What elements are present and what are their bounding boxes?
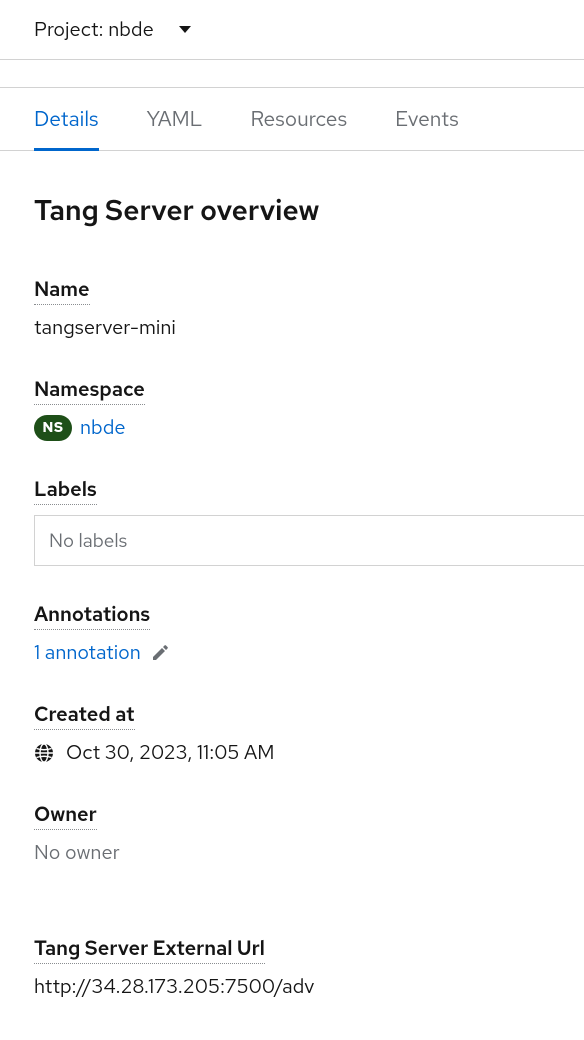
- spacer: [0, 60, 584, 88]
- label-created-at[interactable]: Created at: [34, 702, 135, 730]
- value-external-url: http://34.28.173.205:7500/adv: [34, 974, 550, 1000]
- namespace-badge: NS: [34, 415, 72, 441]
- caret-down-icon: [178, 25, 192, 35]
- value-created-at: Oct 30, 2023, 11:05 AM: [66, 740, 274, 766]
- label-name[interactable]: Name: [34, 277, 90, 305]
- field-annotations: Annotations 1 annotation: [34, 602, 550, 666]
- tab-bar: Details YAML Resources Events: [0, 88, 584, 151]
- value-owner: No owner: [34, 840, 550, 866]
- details-panel: Tang Server overview Name tangserver-min…: [0, 151, 584, 1000]
- label-owner[interactable]: Owner: [34, 802, 97, 830]
- label-namespace[interactable]: Namespace: [34, 377, 145, 405]
- globe-icon: [34, 743, 54, 763]
- tab-yaml[interactable]: YAML: [147, 88, 203, 150]
- tab-resources[interactable]: Resources: [250, 88, 347, 150]
- field-name: Name tangserver-mini: [34, 277, 550, 341]
- project-bar: Project: nbde: [0, 0, 584, 60]
- label-annotations[interactable]: Annotations: [34, 602, 150, 630]
- labels-box[interactable]: No labels: [34, 515, 584, 566]
- pencil-icon[interactable]: [151, 644, 169, 662]
- tab-details[interactable]: Details: [34, 88, 99, 150]
- namespace-link[interactable]: nbde: [80, 415, 125, 441]
- annotations-link[interactable]: 1 annotation: [34, 640, 141, 666]
- label-external-url[interactable]: Tang Server External Url: [34, 936, 265, 964]
- field-created-at: Created at Oct 30, 2023, 11:05 AM: [34, 702, 550, 766]
- page-title: Tang Server overview: [34, 191, 550, 229]
- value-name: tangserver-mini: [34, 315, 550, 341]
- tab-events[interactable]: Events: [395, 88, 459, 150]
- field-namespace: Namespace NS nbde: [34, 377, 550, 441]
- field-labels: Labels No labels: [34, 477, 550, 566]
- project-selector-label: Project: nbde: [34, 17, 154, 43]
- label-labels[interactable]: Labels: [34, 477, 97, 505]
- field-external-url: Tang Server External Url http://34.28.17…: [34, 936, 550, 1000]
- field-owner: Owner No owner: [34, 802, 550, 866]
- project-selector[interactable]: Project: nbde: [34, 17, 192, 43]
